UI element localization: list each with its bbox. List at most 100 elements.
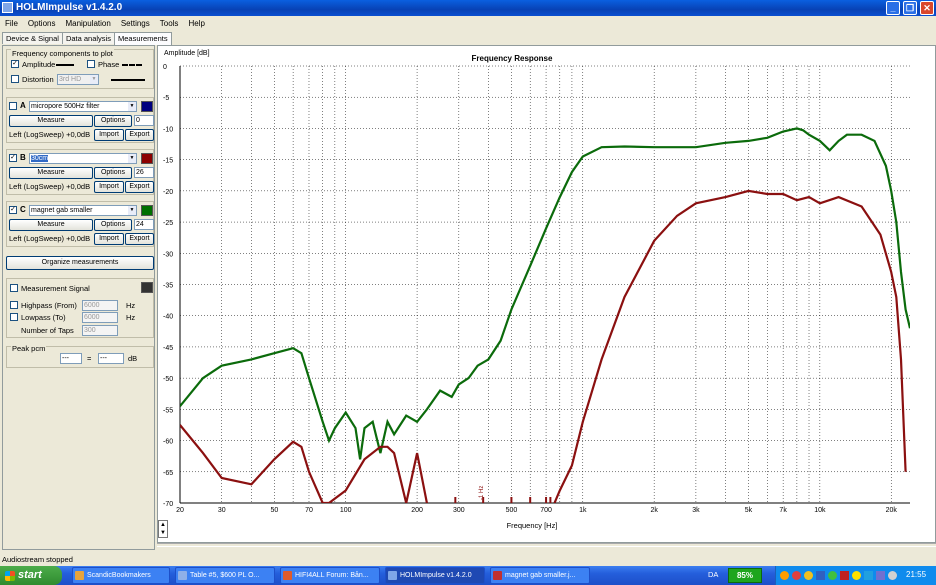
- battery-indicator[interactable]: 85%: [728, 568, 762, 583]
- menu-bar: File Options Manipulation Settings Tools Help: [0, 16, 936, 32]
- chevron-down-icon: ▼: [128, 154, 136, 163]
- organize-measurements-button[interactable]: Organize measurements: [6, 256, 154, 270]
- highpass-checkbox[interactable]: [10, 301, 18, 309]
- measurement-c-offset[interactable]: 24: [134, 219, 154, 230]
- tray-icon[interactable]: [852, 571, 861, 580]
- measurement-c-import-button[interactable]: Import: [94, 233, 124, 245]
- menu-file[interactable]: File: [0, 16, 23, 32]
- image-icon: [493, 571, 502, 580]
- zoom-arrows[interactable]: ▲ ▼: [158, 520, 168, 538]
- language-indicator[interactable]: DA: [708, 570, 718, 579]
- measurement-b-measure-button[interactable]: Measure: [9, 167, 93, 179]
- measurement-b-offset[interactable]: 26: [134, 167, 154, 178]
- measurement-a-export-button[interactable]: Export: [125, 129, 154, 141]
- tray-icon[interactable]: [804, 571, 813, 580]
- x-tick-label: 10k: [814, 507, 826, 514]
- measurement-a-letter: A: [20, 101, 26, 110]
- measurement-a-select[interactable]: micropore 500Hz filter ▼: [29, 101, 137, 112]
- poker-icon: [178, 571, 187, 580]
- taps-value[interactable]: 300: [82, 325, 118, 336]
- measurement-signal-color[interactable]: [141, 282, 153, 293]
- x-tick-label: 1k: [579, 507, 587, 514]
- measurement-a-import-button[interactable]: Import: [94, 129, 124, 141]
- measurement-a-offset[interactable]: 0: [134, 115, 154, 126]
- scroll-track[interactable]: [157, 543, 936, 547]
- y-tick-label: -40: [163, 314, 173, 321]
- measurement-signal-checkbox[interactable]: [10, 284, 18, 292]
- menu-manipulation[interactable]: Manipulation: [60, 16, 115, 32]
- chart-scrollbar[interactable]: [157, 541, 936, 549]
- measurement-a-checkbox[interactable]: [9, 102, 17, 110]
- phase-checkbox[interactable]: [87, 60, 95, 68]
- close-button[interactable]: ✕: [920, 1, 934, 15]
- x-tick-label: 200: [411, 507, 423, 514]
- taskbar-item-hifi4all[interactable]: HIFI4ALL Forum: Bån...: [280, 567, 380, 584]
- measurement-b-name: 30cm: [31, 155, 49, 162]
- measurement-a-color[interactable]: [141, 101, 153, 112]
- chart-title: Frequency Response: [472, 54, 553, 63]
- chevron-down-icon: ▼: [128, 206, 136, 215]
- highpass-unit: Hz: [126, 301, 136, 310]
- menu-settings[interactable]: Settings: [116, 16, 155, 32]
- measurement-c-measure-button[interactable]: Measure: [9, 219, 93, 231]
- amplitude-checkbox[interactable]: ✓: [11, 60, 19, 68]
- components-title: Frequency components to plot: [11, 49, 114, 58]
- y-tick-label: -20: [163, 189, 173, 196]
- x-tick-label: 50: [270, 507, 278, 514]
- windows-logo-icon: [5, 571, 15, 581]
- taps-label: Number of Taps: [21, 326, 74, 335]
- spike-label: -1 Hz: [479, 486, 485, 500]
- tray-icon[interactable]: [780, 571, 789, 580]
- x-tick-label: 100: [340, 507, 352, 514]
- measurement-b-letter: B: [20, 153, 26, 162]
- lowpass-value[interactable]: 6000: [82, 312, 118, 323]
- tab-device-signal[interactable]: Device & Signal: [2, 32, 63, 44]
- measurement-b-select[interactable]: 30cm ▼: [29, 153, 137, 164]
- measurement-b-checkbox[interactable]: ✓: [9, 154, 17, 162]
- peak-title: Peak pcm: [11, 344, 47, 353]
- minimize-button[interactable]: _: [886, 1, 900, 15]
- tray-icon[interactable]: [792, 571, 801, 580]
- tray-icon[interactable]: [864, 571, 873, 580]
- tray-icon[interactable]: [816, 571, 825, 580]
- taskbar-item-image[interactable]: magnet gab smaller.j...: [490, 567, 590, 584]
- measurement-a-group: A micropore 500Hz filter ▼ Measure Option…: [6, 97, 154, 143]
- tray-icon[interactable]: [828, 571, 837, 580]
- frequency-response-chart[interactable]: Amplitude [dB] Frequency Response Freque…: [157, 45, 936, 543]
- start-button[interactable]: start: [0, 566, 62, 585]
- measurement-b-import-button[interactable]: Import: [94, 181, 124, 193]
- menu-options[interactable]: Options: [23, 16, 61, 32]
- chart-svg[interactable]: Amplitude [dB] Frequency Response Freque…: [158, 46, 936, 544]
- distortion-select[interactable]: 3rd HD ▼: [57, 74, 99, 85]
- measurement-b-options-button[interactable]: Options: [94, 167, 132, 179]
- maximize-button[interactable]: ❐: [903, 1, 917, 15]
- tray-icon[interactable]: [888, 571, 897, 580]
- taskbar-item-table[interactable]: Table #5, $600 PL O...: [175, 567, 275, 584]
- lowpass-checkbox[interactable]: [10, 313, 18, 321]
- measurement-b-color[interactable]: [141, 153, 153, 164]
- taskbar-item-holmimpulse[interactable]: HOLMImpulse v1.4.2.0: [385, 567, 485, 584]
- measurement-a-measure-button[interactable]: Measure: [9, 115, 93, 127]
- tray-icon[interactable]: [876, 571, 885, 580]
- tab-data-analysis[interactable]: Data analysis: [61, 32, 115, 44]
- measurement-c-options-button[interactable]: Options: [94, 219, 132, 231]
- tab-measurements[interactable]: Measurements: [113, 32, 172, 45]
- highpass-value[interactable]: 6000: [82, 300, 118, 311]
- measurement-c-checkbox[interactable]: ✓: [9, 206, 17, 214]
- y-tick-label: -30: [163, 251, 173, 258]
- menu-tools[interactable]: Tools: [155, 16, 184, 32]
- distortion-checkbox[interactable]: [11, 75, 19, 83]
- tray-icon[interactable]: [840, 571, 849, 580]
- tab-strip: Device & Signal Data analysis Measurements: [2, 32, 172, 45]
- measurement-c-color[interactable]: [141, 205, 153, 216]
- measurement-c-export-button[interactable]: Export: [125, 233, 154, 245]
- menu-help[interactable]: Help: [183, 16, 209, 32]
- start-label: start: [18, 569, 42, 581]
- series-line-1: [180, 127, 910, 460]
- x-tick-label: 300: [453, 507, 465, 514]
- measurement-b-export-button[interactable]: Export: [125, 181, 154, 193]
- measurement-a-options-button[interactable]: Options: [94, 115, 132, 127]
- clock: 21:55: [906, 570, 927, 579]
- taskbar-item-scandic[interactable]: ScandicBookmakers: [72, 567, 170, 584]
- measurement-c-select[interactable]: magnet gab smaller ▼: [29, 205, 137, 216]
